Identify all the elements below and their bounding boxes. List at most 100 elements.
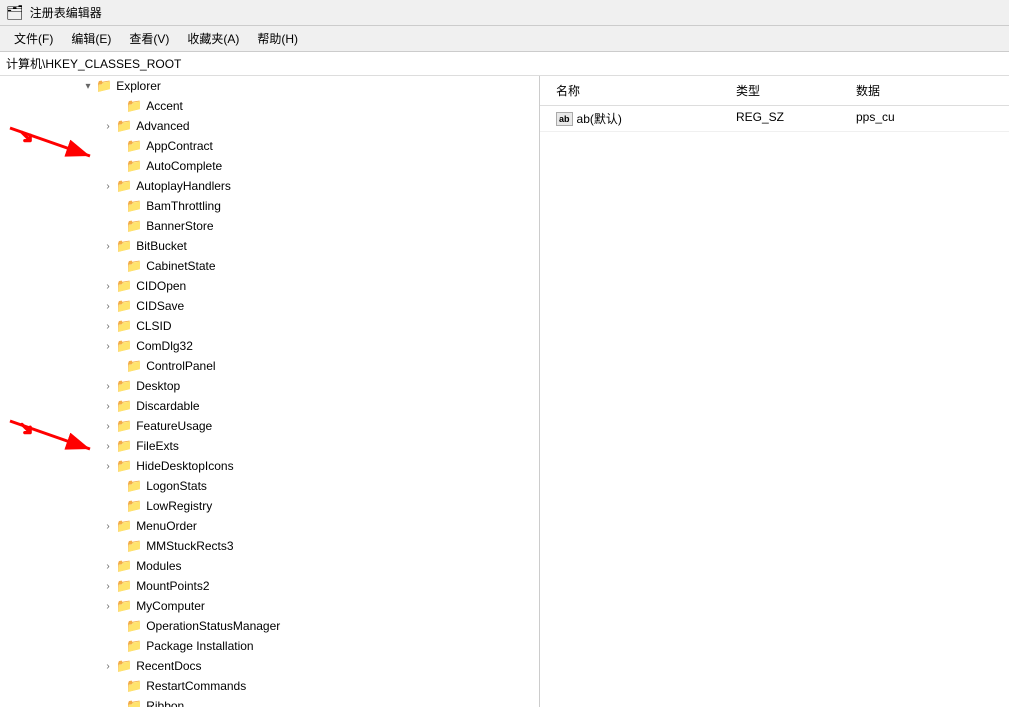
breadcrumb: 计算机\HKEY_CLASSES_ROOT bbox=[0, 52, 1009, 76]
breadcrumb-text: 计算机\HKEY_CLASSES_ROOT bbox=[6, 55, 181, 72]
registry-editor-window: 🗂 注册表编辑器 文件(F) 编辑(E) 查看(V) 收藏夹(A) 帮助(H) … bbox=[0, 0, 1009, 707]
tree-toggle-autoplay[interactable]: › bbox=[100, 181, 116, 192]
tree-toggle-clsid[interactable]: › bbox=[100, 321, 116, 332]
tree-item-autocomplete[interactable]: 📁 AutoComplete bbox=[0, 156, 539, 176]
folder-icon-lowreg: 📁 bbox=[126, 498, 142, 514]
cell-name-text: ab(默认) bbox=[577, 110, 622, 127]
tree-item-controlpanel[interactable]: 📁 ControlPanel bbox=[0, 356, 539, 376]
title-bar-icon: 🗂 bbox=[6, 4, 24, 21]
tree-toggle-mount[interactable]: › bbox=[100, 581, 116, 592]
tree-item-hidedesktopicons[interactable]: › 📁 HideDesktopIcons bbox=[0, 456, 539, 476]
menu-favorites[interactable]: 收藏夹(A) bbox=[179, 28, 247, 49]
tree-item-appcontract[interactable]: 📁 AppContract bbox=[0, 136, 539, 156]
tree-item-cidsave[interactable]: › 📁 CIDSave bbox=[0, 296, 539, 316]
folder-icon-discard: 📁 bbox=[116, 398, 132, 414]
tree-toggle-explorer[interactable]: ▾ bbox=[80, 81, 96, 92]
tree-toggle-hidedesktop[interactable]: › bbox=[100, 461, 116, 472]
tree-toggle-desktop[interactable]: › bbox=[100, 381, 116, 392]
folder-icon-mmstuck: 📁 bbox=[126, 538, 142, 554]
folder-icon-fileexts: 📁 bbox=[116, 438, 132, 454]
tree-label-3: AutoComplete bbox=[146, 159, 222, 173]
folder-icon-cabinet: 📁 bbox=[126, 258, 142, 274]
tree-item-menuorder[interactable]: › 📁 MenuOrder bbox=[0, 516, 539, 536]
tree-item-desktop[interactable]: › 📁 Desktop bbox=[0, 376, 539, 396]
tree-label-19: LogonStats bbox=[146, 479, 207, 493]
tree-item-operationstatus[interactable]: 📁 OperationStatusManager bbox=[0, 616, 539, 636]
tree-label-explorer: Explorer bbox=[116, 79, 161, 93]
tree-toggle-discard[interactable]: › bbox=[100, 401, 116, 412]
tree-item-mmstuckrects3[interactable]: 📁 MMStuckRects3 bbox=[0, 536, 539, 556]
tree-pane[interactable]: ➜ ➜ ▾ bbox=[0, 76, 540, 707]
cell-type-default: REG_SZ bbox=[728, 109, 848, 128]
tree-item-bitbucket[interactable]: › 📁 BitBucket bbox=[0, 236, 539, 256]
tree-label-7: BitBucket bbox=[136, 239, 187, 253]
tree-item-packageinstall[interactable]: 📁 Package Installation bbox=[0, 636, 539, 656]
tree-label-10: CIDSave bbox=[136, 299, 184, 313]
tree-toggle-cidopen[interactable]: › bbox=[100, 281, 116, 292]
title-bar-text: 注册表编辑器 bbox=[30, 4, 102, 21]
folder-icon-hidedesktop: 📁 bbox=[116, 458, 132, 474]
tree-label-6: BannerStore bbox=[146, 219, 213, 233]
folder-icon-mount: 📁 bbox=[116, 578, 132, 594]
tree-item-fileexts[interactable]: › 📁 FileExts bbox=[0, 436, 539, 456]
tree-item-clsid[interactable]: › 📁 CLSID bbox=[0, 316, 539, 336]
tree-item-accent[interactable]: 📁 Accent bbox=[0, 96, 539, 116]
detail-row-default[interactable]: ab ab(默认) REG_SZ pps_cu bbox=[540, 106, 1009, 132]
tree-item-featureusage[interactable]: › 📁 FeatureUsage bbox=[0, 416, 539, 436]
tree-toggle-fileexts[interactable]: › bbox=[100, 441, 116, 452]
folder-icon-opstatus: 📁 bbox=[126, 618, 142, 634]
tree-item-modules[interactable]: › 📁 Modules bbox=[0, 556, 539, 576]
tree-label-12: ComDlg32 bbox=[136, 339, 193, 353]
folder-icon-feature: 📁 bbox=[116, 418, 132, 434]
tree-toggle-advanced[interactable]: › bbox=[100, 121, 116, 132]
tree-label-4: AutoplayHandlers bbox=[136, 179, 231, 193]
tree-label-25: MyComputer bbox=[136, 599, 205, 613]
tree-toggle-bitbucket[interactable]: › bbox=[100, 241, 116, 252]
folder-icon-restart: 📁 bbox=[126, 678, 142, 694]
folder-icon-clsid: 📁 bbox=[116, 318, 132, 334]
folder-icon-recent: 📁 bbox=[116, 658, 132, 674]
tree-toggle-modules[interactable]: › bbox=[100, 561, 116, 572]
tree-item-mycomputer[interactable]: › 📁 MyComputer bbox=[0, 596, 539, 616]
tree-item-restartcommands[interactable]: 📁 RestartCommands bbox=[0, 676, 539, 696]
tree-label-8: CabinetState bbox=[146, 259, 215, 273]
folder-icon-comdlg: 📁 bbox=[116, 338, 132, 354]
tree-label-17: FileExts bbox=[136, 439, 179, 453]
tree-item-discardable[interactable]: › 📁 Discardable bbox=[0, 396, 539, 416]
menu-edit[interactable]: 编辑(E) bbox=[63, 28, 119, 49]
tree-item-bannerstore[interactable]: 📁 BannerStore bbox=[0, 216, 539, 236]
tree-item-autoplayhandlers[interactable]: › 📁 AutoplayHandlers bbox=[0, 176, 539, 196]
tree-item-recentdocs[interactable]: › 📁 RecentDocs bbox=[0, 656, 539, 676]
tree-item-bamthrottling[interactable]: 📁 BamThrottling bbox=[0, 196, 539, 216]
tree-item-cidopen[interactable]: › 📁 CIDOpen bbox=[0, 276, 539, 296]
tree-item-lowregistry[interactable]: 📁 LowRegistry bbox=[0, 496, 539, 516]
tree-toggle-comdlg[interactable]: › bbox=[100, 341, 116, 352]
tree-label-1: Advanced bbox=[136, 119, 189, 133]
menu-view[interactable]: 查看(V) bbox=[121, 28, 177, 49]
tree-label-11: CLSID bbox=[136, 319, 171, 333]
tree-toggle-recent[interactable]: › bbox=[100, 661, 116, 672]
tree-item-ribbon[interactable]: 📁 Ribbon bbox=[0, 696, 539, 707]
tree-item-mountpoints2[interactable]: › 📁 MountPoints2 bbox=[0, 576, 539, 596]
tree-toggle-feature[interactable]: › bbox=[100, 421, 116, 432]
folder-icon-cidsave: 📁 bbox=[116, 298, 132, 314]
folder-icon-menu: 📁 bbox=[116, 518, 132, 534]
tree-item-explorer[interactable]: ▾ 📁 Explorer bbox=[0, 76, 539, 96]
menu-help[interactable]: 帮助(H) bbox=[249, 28, 306, 49]
menu-file[interactable]: 文件(F) bbox=[6, 28, 61, 49]
tree-item-cabinetstate[interactable]: 📁 CabinetState bbox=[0, 256, 539, 276]
tree-label-24: MountPoints2 bbox=[136, 579, 209, 593]
tree-toggle-mycomp[interactable]: › bbox=[100, 601, 116, 612]
title-bar: 🗂 注册表编辑器 bbox=[0, 0, 1009, 26]
main-content: ➜ ➜ ▾ bbox=[0, 76, 1009, 707]
tree-item-advanced[interactable]: › 📁 Advanced bbox=[0, 116, 539, 136]
tree-item-comdlg32[interactable]: › 📁 ComDlg32 bbox=[0, 336, 539, 356]
tree-toggle-menu[interactable]: › bbox=[100, 521, 116, 532]
tree-label-29: RestartCommands bbox=[146, 679, 246, 693]
tree-toggle-cidsave[interactable]: › bbox=[100, 301, 116, 312]
folder-icon-ribbon: 📁 bbox=[126, 698, 142, 707]
tree-item-logonstats[interactable]: 📁 LogonStats bbox=[0, 476, 539, 496]
tree-label-30: Ribbon bbox=[146, 699, 184, 707]
folder-icon-modules: 📁 bbox=[116, 558, 132, 574]
tree-label-0: Accent bbox=[146, 99, 183, 113]
